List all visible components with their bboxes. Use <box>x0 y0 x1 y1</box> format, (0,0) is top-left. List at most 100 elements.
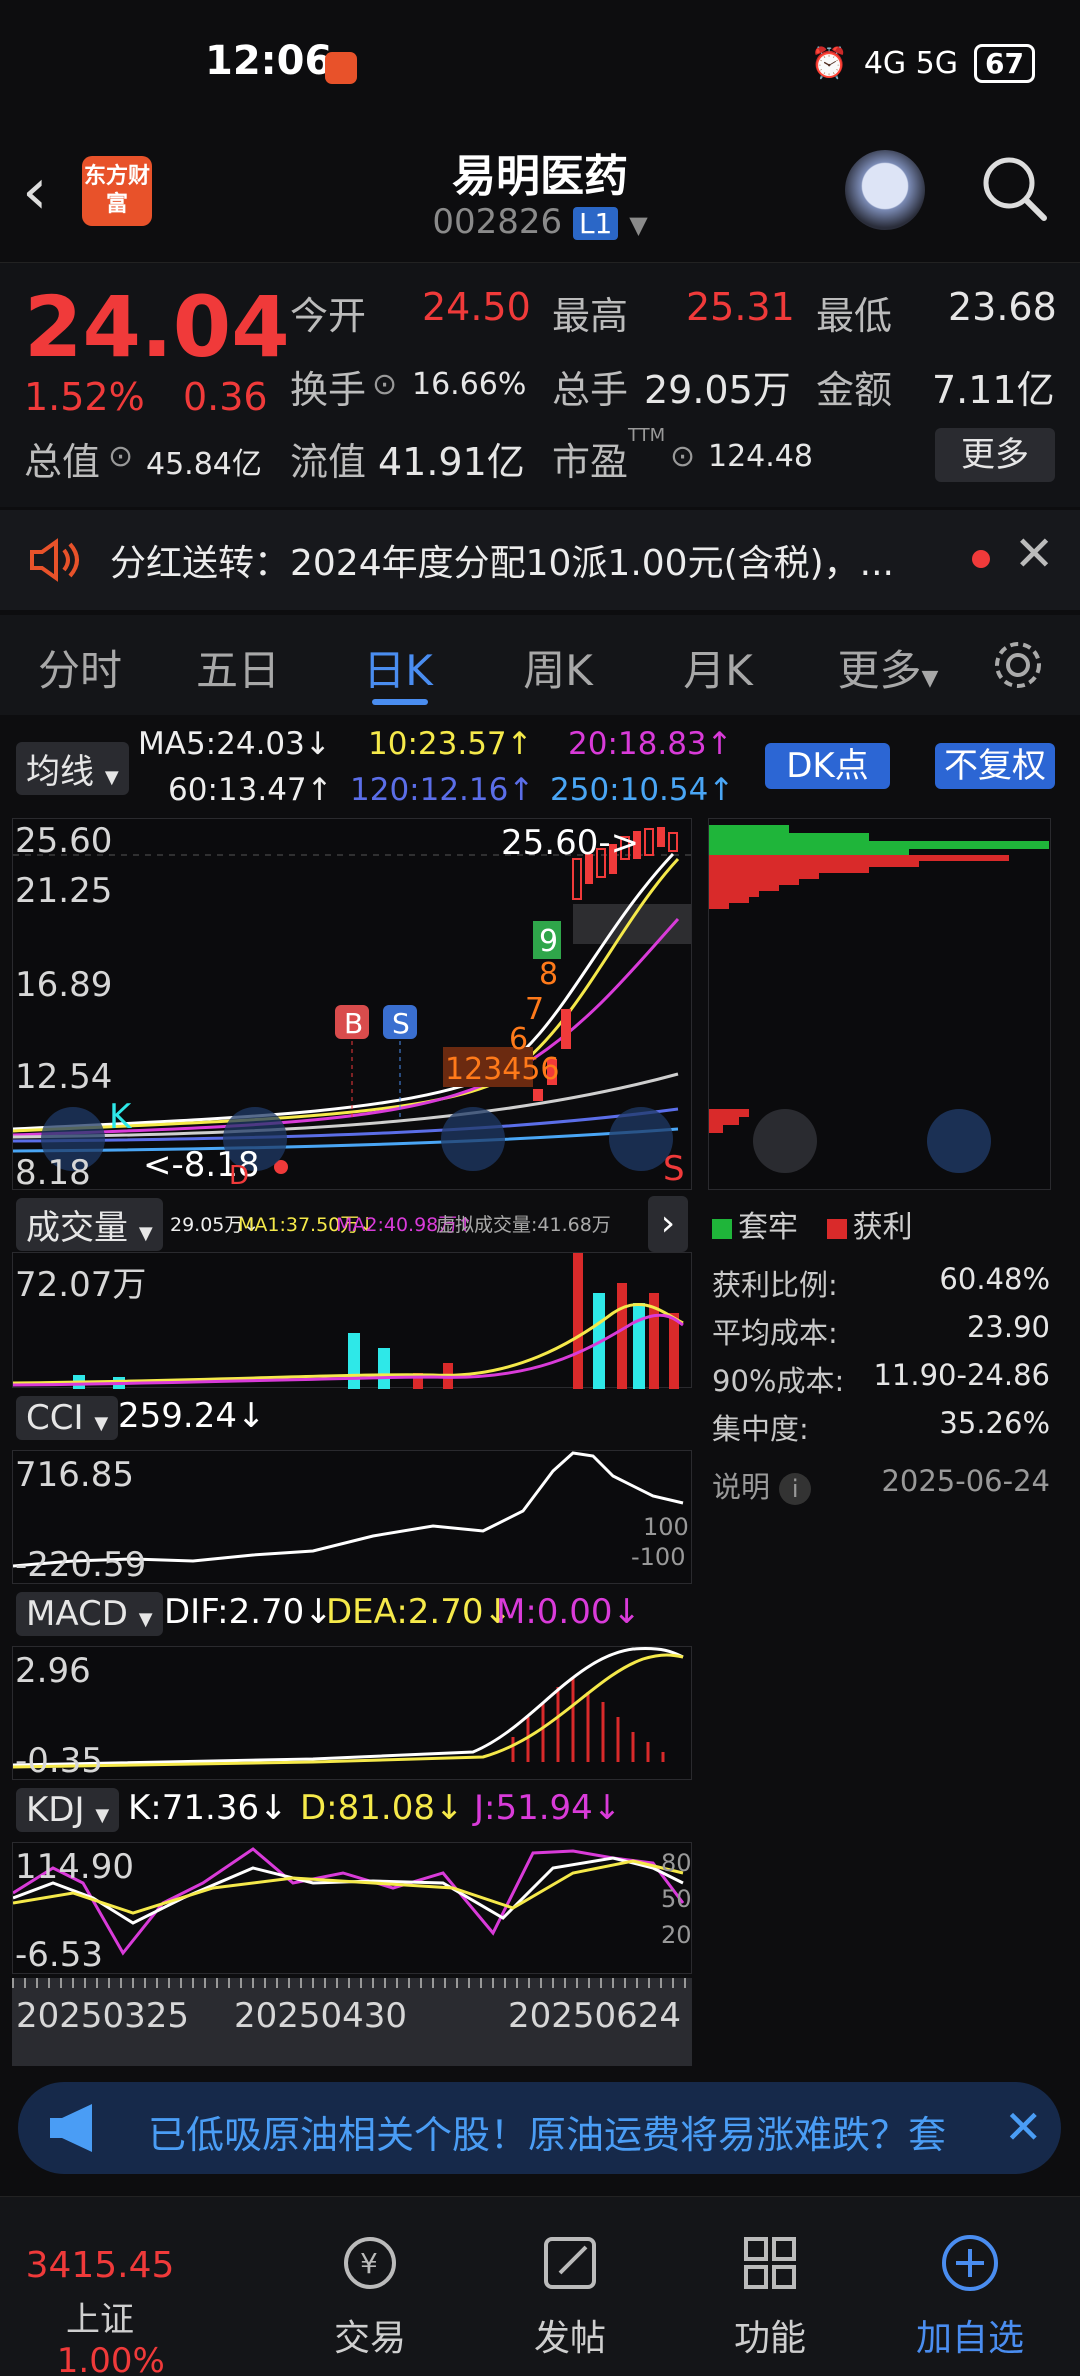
tab-five-day[interactable]: 五日 <box>188 637 288 698</box>
mktcap-label: 总值 <box>24 440 101 484</box>
kline-panel[interactable]: 123456 6 7 8 9 B S 25.60 21.25 16.89 12.… <box>12 818 693 1193</box>
cci-ref: 100 <box>643 1513 689 1541</box>
ma250-value: 250:10.54↑ <box>550 772 735 808</box>
svg-text:123456: 123456 <box>445 1052 560 1087</box>
notification-icon <box>325 52 357 84</box>
macd-chip-label: MACD <box>26 1594 128 1634</box>
ma-selector[interactable]: 均线 ▼ <box>16 742 129 795</box>
stat-value: 35.26% <box>939 1406 1050 1440</box>
stock-code: 002826 <box>432 202 563 242</box>
plus-circle-icon <box>942 2235 998 2291</box>
more-button[interactable]: 更多 <box>935 428 1055 482</box>
macd-panel[interactable]: 2.96 -0.35 <box>12 1646 692 1781</box>
stock-header: ‹ 东方财富 易明医药 002826 L1 ▼ <box>0 130 1080 260</box>
fullscreen-icon[interactable] <box>927 1109 991 1173</box>
assistant-avatar[interactable] <box>845 150 925 230</box>
pe-sup: TTM <box>628 425 666 446</box>
volume-selector[interactable]: 成交量 ▼ <box>16 1198 163 1251</box>
info-icon[interactable]: ⊙ <box>372 367 397 402</box>
kdj-panel[interactable]: 114.90 -6.53 80 50 20 <box>12 1842 692 1975</box>
tab-monthly-k[interactable]: 月K <box>668 637 768 698</box>
svg-text:7: 7 <box>525 992 544 1027</box>
macd-selector[interactable]: MACD ▼ <box>16 1592 163 1636</box>
volume-value: 29.05万 <box>644 368 791 412</box>
kdj-j: J:51.94↓ <box>474 1788 622 1828</box>
close-icon[interactable]: ✕ <box>1004 2100 1043 2154</box>
index-ticker[interactable]: 3415.45 上证 1.00% <box>0 2197 200 2376</box>
nav-features[interactable]: 功能 <box>670 2197 870 2361</box>
promo-banner[interactable]: 已低吸原油相关个股！原油运费将易涨难跌？套 ✕ <box>18 2082 1061 2174</box>
volume-tick: 72.07万 <box>15 1265 147 1305</box>
last-price: 24.04 <box>24 278 290 376</box>
tab-daily-k[interactable]: 日K <box>348 637 448 698</box>
change-amount: 0.36 <box>183 375 268 419</box>
volume-panel[interactable]: 72.07万 <box>12 1252 692 1389</box>
macd-tick: -0.35 <box>15 1741 103 1781</box>
bottom-nav: 3415.45 上证 1.00% ¥ 交易 发帖 功能 加自选 <box>0 2196 1080 2376</box>
signal-icon: 4G 5G <box>863 46 959 81</box>
quote-panel: 24.04 1.52% 0.36 今开 24.50 最高 25.31 最低 23… <box>0 262 1080 507</box>
macd-dea: DEA:2.70↓ <box>326 1592 512 1632</box>
tab-more-label: 更多 <box>837 646 922 695</box>
nav-trade[interactable]: ¥ 交易 <box>270 2197 470 2361</box>
macd-chart <box>12 1647 684 1769</box>
kdj-ref: 80 <box>661 1849 692 1877</box>
svg-text:9: 9 <box>539 924 558 959</box>
dist-legend: 套牢 获利 <box>712 1202 913 1246</box>
zoom-in-icon[interactable] <box>441 1107 505 1171</box>
date-label: 20250624 <box>508 1996 682 2036</box>
date-label: 20250430 <box>234 1996 408 2036</box>
kdj-tick: -6.53 <box>15 1935 103 1975</box>
date-ticks <box>12 1978 692 1988</box>
info-icon[interactable]: ⊙ <box>670 439 695 474</box>
trapped-bars <box>709 825 1049 855</box>
tab-more[interactable]: 更多▼ <box>828 637 948 698</box>
high-marker: 25.60-> <box>501 823 640 863</box>
price-tick: 25.60 <box>15 821 113 861</box>
open-value: 24.50 <box>422 285 531 329</box>
unread-dot <box>972 550 990 568</box>
svg-text:B: B <box>344 1007 363 1040</box>
svg-text:6: 6 <box>509 1022 528 1057</box>
nav-post[interactable]: 发帖 <box>470 2197 670 2361</box>
date-label: 20250325 <box>16 1996 190 2036</box>
date-axis: 20250325 20250430 20250624 <box>12 1978 692 2066</box>
price-tick: 12.54 <box>15 1057 113 1097</box>
nav-label: 功能 <box>733 2318 806 2359</box>
edit-icon <box>544 2237 596 2289</box>
pe-value: 124.48 <box>708 439 813 474</box>
tab-weekly-k[interactable]: 周K <box>508 637 608 698</box>
dk-point-button[interactable]: DK点 <box>765 743 890 789</box>
cci-selector[interactable]: CCI ▼ <box>16 1396 119 1440</box>
megaphone-icon <box>50 2104 92 2152</box>
status-bar: 12:06 ⏰ 4G 5G 67 <box>0 0 1080 130</box>
ma20-value: 20:18.83↑ <box>568 726 733 762</box>
note-link[interactable]: 说明 i <box>712 1464 812 1506</box>
dividend-notice[interactable]: 分红送转：2024年度分配10派1.00元(含税)，... ✕ <box>0 510 1080 610</box>
info-icon[interactable]: ⊙ <box>108 439 133 474</box>
note-label: 说明 <box>712 1470 771 1504</box>
stat-value: 11.90-24.86 <box>873 1358 1050 1392</box>
ma5-value: MA5:24.03↓ <box>138 726 331 762</box>
kdj-selector[interactable]: KDJ ▼ <box>16 1788 120 1832</box>
stat-label: 获利比例: <box>712 1268 838 1302</box>
expand-icon[interactable] <box>753 1109 817 1173</box>
close-icon[interactable]: ✕ <box>1014 526 1054 582</box>
cci-panel[interactable]: 716.85 -220.59 100 -100 <box>12 1450 692 1585</box>
tab-intraday[interactable]: 分时 <box>30 637 130 698</box>
d-marker: D <box>229 1161 250 1191</box>
chip-distribution[interactable] <box>708 818 1051 1190</box>
gear-icon[interactable] <box>990 637 1046 693</box>
nav-add-watchlist[interactable]: 加自选 <box>870 2197 1070 2361</box>
profit-bars <box>709 855 1009 1133</box>
chevron-right-icon[interactable]: › <box>648 1196 688 1252</box>
grid-icon <box>744 2237 796 2289</box>
price-tick: 16.89 <box>15 965 113 1005</box>
dist-date: 2025-06-24 <box>881 1464 1050 1498</box>
high-value: 25.31 <box>686 285 795 329</box>
k-marker: K <box>109 1097 132 1137</box>
amount-value: 7.11亿 <box>932 368 1055 412</box>
stat-label: 平均成本: <box>712 1316 838 1350</box>
adjustment-button[interactable]: 不复权 <box>935 743 1055 789</box>
search-icon[interactable] <box>978 152 1050 224</box>
